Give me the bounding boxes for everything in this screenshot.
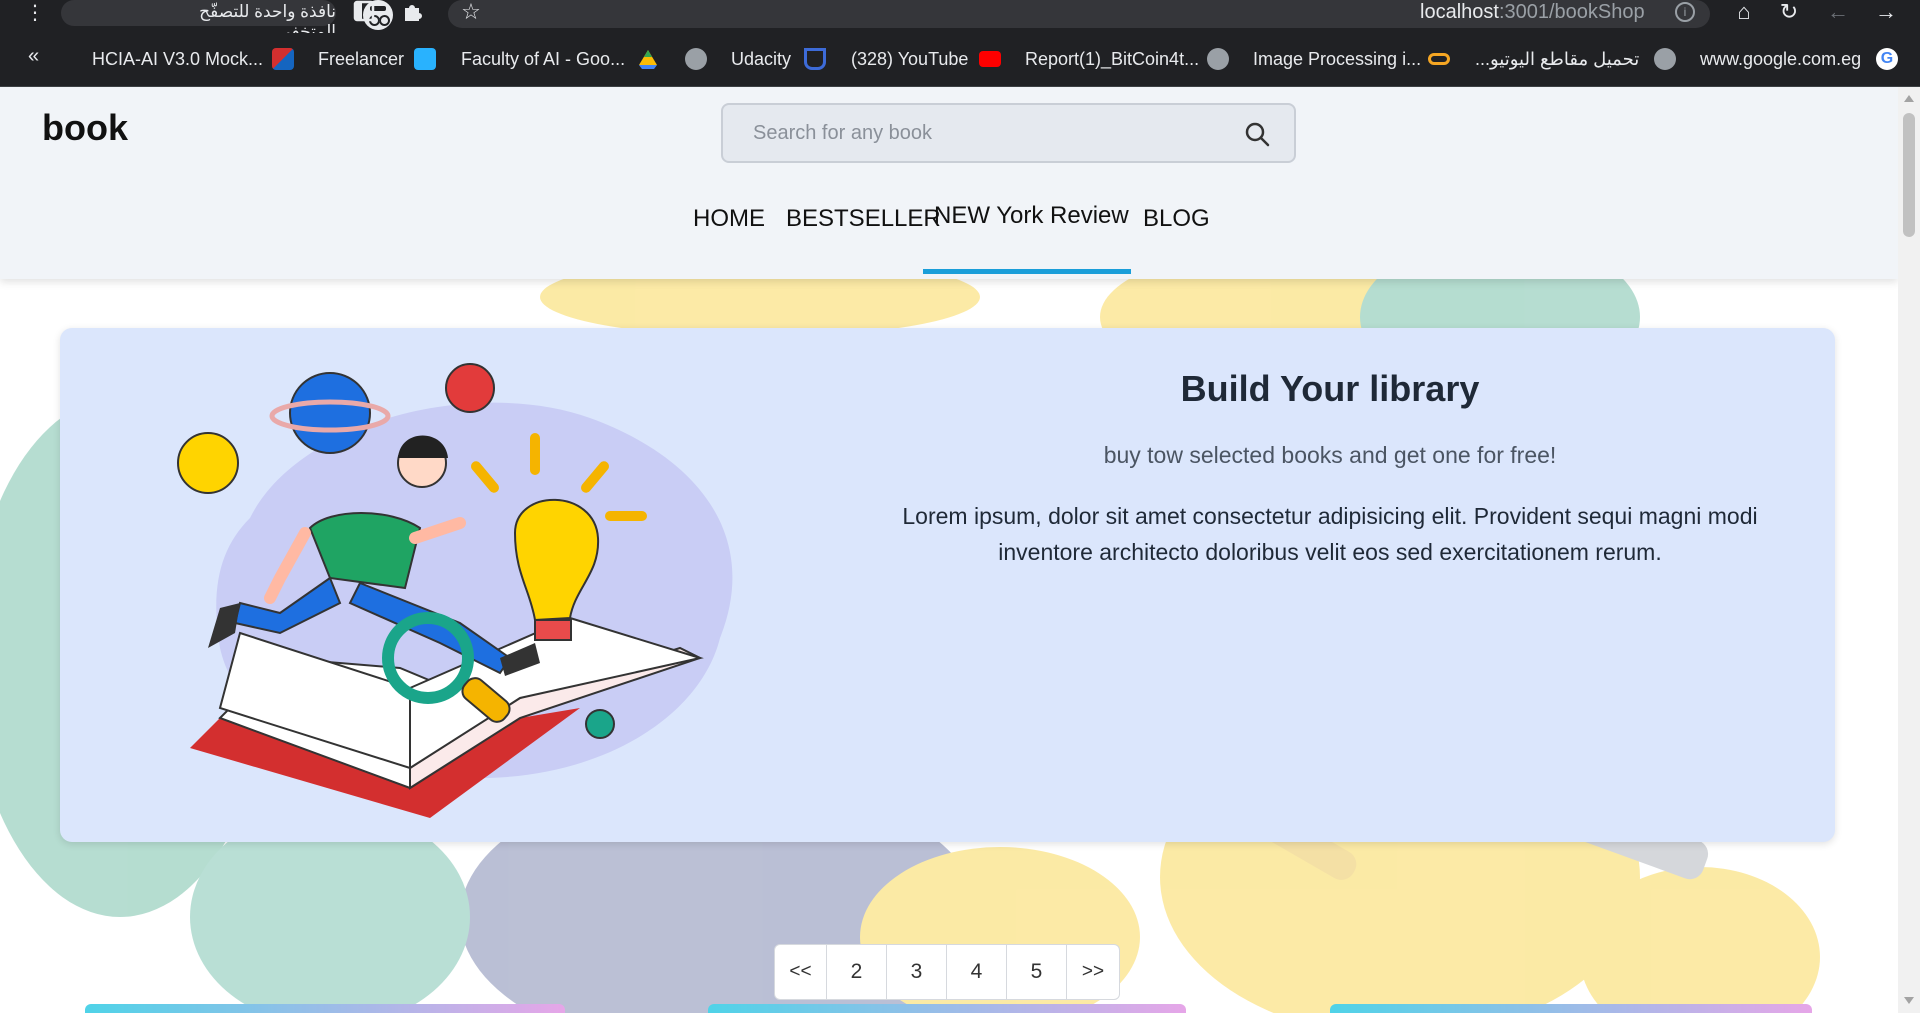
globe-icon bbox=[685, 48, 707, 70]
globe-icon bbox=[1207, 48, 1229, 70]
book-card[interactable] bbox=[708, 1004, 1186, 1013]
nav-bestseller[interactable]: BESTSELLER bbox=[786, 205, 941, 233]
address-bar-url[interactable]: localhost:3001/bookShop bbox=[1420, 1, 1645, 24]
pagination: << 2 3 4 5 >> bbox=[774, 944, 1120, 1000]
bookmark-item[interactable]: Udacity bbox=[731, 47, 791, 71]
incognito-indicator[interactable]: نافذة واحدة للتصفّح المتخفي bbox=[61, 0, 393, 41]
bookmark-item[interactable]: Faculty of AI - Goo... bbox=[461, 47, 625, 71]
globe-icon bbox=[1654, 48, 1676, 70]
bookmarks-overflow-icon[interactable]: « bbox=[28, 45, 39, 68]
hero-illustration bbox=[177, 363, 733, 818]
google-drive-icon bbox=[637, 48, 659, 70]
pagination-page-4[interactable]: 4 bbox=[947, 945, 1007, 999]
pagination-page-5[interactable]: 5 bbox=[1007, 945, 1067, 999]
active-nav-indicator bbox=[923, 269, 1131, 274]
hero-banner: Build Your library buy tow selected book… bbox=[60, 328, 1835, 842]
extensions-icon[interactable] bbox=[399, 0, 427, 28]
site-header: book HOME BESTSELLER NEW York Review BLO… bbox=[0, 87, 1898, 279]
nav-new-york-review[interactable]: NEW York Review bbox=[934, 202, 1129, 230]
book-card[interactable] bbox=[1330, 1004, 1812, 1013]
site-info-icon[interactable]: i bbox=[1675, 2, 1695, 22]
book-card[interactable] bbox=[85, 1004, 565, 1013]
nav-blog[interactable]: BLOG bbox=[1143, 205, 1210, 233]
bookmarks-bar: « HCIA-AI V3.0 Mock... Freelancer Facult… bbox=[0, 33, 1920, 87]
bookmark-item[interactable]: (328) YouTube bbox=[851, 47, 968, 71]
pagination-page-2[interactable]: 2 bbox=[827, 945, 887, 999]
page-viewport: book HOME BESTSELLER NEW York Review BLO… bbox=[0, 87, 1898, 1013]
bookmark-item[interactable]: www.google.com.eg bbox=[1700, 47, 1861, 71]
hero-title: Build Your library bbox=[1180, 368, 1480, 409]
bookmark-item[interactable]: Freelancer bbox=[318, 47, 404, 71]
browser-menu-icon[interactable]: ⋮ bbox=[25, 3, 45, 23]
pagination-next-button[interactable]: >> bbox=[1067, 945, 1119, 999]
youtube-icon bbox=[979, 51, 1001, 67]
hero-description: Lorem ipsum, dolor sit amet consectetur … bbox=[902, 503, 1758, 565]
freelancer-icon bbox=[414, 48, 436, 70]
bookmark-star-icon[interactable]: ☆ bbox=[457, 0, 485, 28]
brand-logo[interactable]: book bbox=[42, 107, 128, 149]
hero-subtitle: buy tow selected books and get one for f… bbox=[1103, 442, 1557, 468]
search-icon[interactable] bbox=[1244, 121, 1270, 147]
home-icon[interactable]: ⌂ bbox=[1730, 0, 1758, 28]
bookmark-item[interactable]: HCIA-AI V3.0 Mock... bbox=[92, 47, 263, 71]
back-arrow-icon[interactable]: ← bbox=[1824, 0, 1852, 28]
huawei-icon bbox=[272, 48, 294, 70]
bookmark-item[interactable]: Report(1)_BitCoin4t... bbox=[1025, 47, 1199, 71]
pagination-prev-button[interactable]: << bbox=[775, 945, 827, 999]
nav-home[interactable]: HOME bbox=[693, 205, 765, 233]
udacity-icon bbox=[804, 48, 826, 70]
forward-arrow-icon[interactable]: → bbox=[1872, 0, 1900, 28]
scroll-down-icon[interactable] bbox=[1904, 997, 1914, 1004]
bookmark-item[interactable]: Image Processing i... bbox=[1253, 47, 1421, 71]
search-box bbox=[721, 103, 1296, 163]
browser-top-bar: ⋮ نافذة واحدة للتصفّح المتخفي ☆ localhos… bbox=[0, 0, 1920, 41]
page-scrollbar[interactable] bbox=[1898, 87, 1920, 1013]
google-icon: G bbox=[1876, 48, 1898, 70]
pagination-page-3[interactable]: 3 bbox=[887, 945, 947, 999]
coursera-icon bbox=[1428, 53, 1450, 65]
reload-icon[interactable]: ↻ bbox=[1775, 0, 1803, 28]
search-input[interactable] bbox=[753, 117, 1223, 149]
scroll-up-icon[interactable] bbox=[1904, 95, 1914, 102]
side-panel-icon[interactable] bbox=[350, 0, 378, 28]
scroll-thumb[interactable] bbox=[1903, 113, 1915, 237]
bookmark-item[interactable]: تحميل مقاطع اليوتيو... bbox=[1475, 47, 1639, 71]
